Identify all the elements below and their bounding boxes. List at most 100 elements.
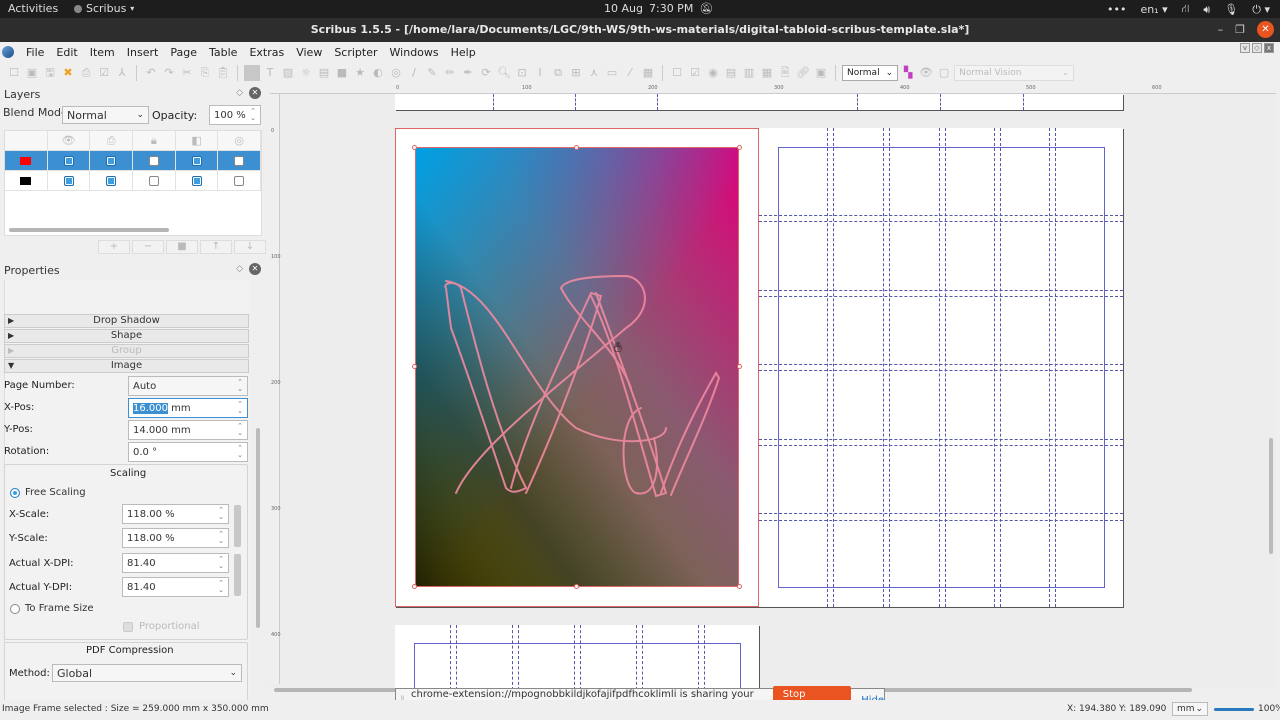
menu-item[interactable]: Item	[84, 46, 121, 59]
image-frame[interactable]	[415, 147, 739, 587]
layer-flow-checkbox[interactable]	[191, 155, 202, 166]
doc-minimize-button[interactable]: v	[1240, 43, 1250, 53]
y-pos-input[interactable]: 14.000 mm ⌃ ⌄	[128, 420, 248, 440]
menu-extras[interactable]: Extras	[243, 46, 290, 59]
layer-flow-checkbox[interactable]	[191, 175, 202, 186]
open-document-icon[interactable]: ▣	[24, 65, 40, 81]
cut-icon[interactable]: ✂	[179, 65, 195, 81]
resize-handle-bm[interactable]	[574, 584, 579, 589]
text-frame-icon[interactable]: T	[262, 65, 278, 81]
more-icon[interactable]: •••	[1107, 3, 1126, 16]
copy-icon[interactable]: ⎘	[197, 65, 213, 81]
power-icon[interactable]: ⏻ ▾	[1252, 3, 1270, 17]
resize-handle-tm[interactable]	[574, 145, 579, 150]
copy-properties-icon[interactable]: ▭	[604, 65, 620, 81]
spiral-icon[interactable]: ◎	[388, 65, 404, 81]
pdf-link-icon[interactable]: 🔗︎	[795, 65, 811, 81]
network-icon[interactable]: ⛙	[1182, 2, 1190, 17]
undo-icon[interactable]: ↶	[143, 65, 159, 81]
menu-file[interactable]: File	[20, 46, 50, 59]
new-document-icon[interactable]: ☐	[6, 65, 22, 81]
remove-layer-button[interactable]: −	[132, 240, 164, 254]
free-scaling-radio[interactable]: Free Scaling	[10, 487, 86, 498]
resize-handle-mr[interactable]	[737, 364, 742, 369]
doc-restore-button[interactable]: ◇	[1252, 43, 1262, 53]
export-pdf-icon[interactable]: ⅄	[114, 65, 130, 81]
opacity-input[interactable]: 100 % ⌃ ⌄	[209, 105, 261, 125]
measure-icon[interactable]: ⋏	[586, 65, 602, 81]
unlink-frames-icon[interactable]: ⊞	[568, 65, 584, 81]
layer-visible-checkbox[interactable]	[63, 155, 74, 166]
app-menu[interactable]: Scribus ▾	[74, 2, 134, 15]
doc-close-button[interactable]: x	[1264, 43, 1274, 53]
dpi-link-chain-button[interactable]	[234, 554, 241, 596]
menu-edit[interactable]: Edit	[50, 46, 83, 59]
preflight-icon[interactable]: ☑	[96, 65, 112, 81]
eyedropper-icon[interactable]: ⁄	[622, 65, 638, 81]
float-panel-icon[interactable]: ◇	[236, 264, 243, 274]
x-pos-input[interactable]: 16.000 mm ⌃ ⌄	[128, 398, 248, 418]
layer-row[interactable]	[5, 171, 262, 191]
edit-contents-icon[interactable]: ⊡	[514, 65, 530, 81]
layer-color-swatch[interactable]	[20, 176, 32, 185]
close-panel-icon[interactable]: ✕	[249, 263, 261, 275]
scale-link-chain-button[interactable]	[234, 505, 241, 547]
arc-icon[interactable]: ◐	[370, 65, 386, 81]
rotate-icon[interactable]: ⟳	[478, 65, 494, 81]
previous-page[interactable]	[395, 94, 1123, 110]
layer-row[interactable]	[5, 151, 262, 171]
layer-locked-checkbox[interactable]	[148, 155, 159, 166]
pdf-annotation-icon[interactable]: 🗎︎	[777, 65, 793, 81]
section-image[interactable]: ▼ Image	[4, 359, 249, 373]
method-select[interactable]: Global ⌄	[52, 664, 242, 682]
pdf-text-field-icon[interactable]: ▤	[723, 65, 739, 81]
pdf-push-button-icon[interactable]: ☐	[669, 65, 685, 81]
layer-printable-checkbox[interactable]	[106, 155, 117, 166]
shape-icon[interactable]: ■	[334, 65, 350, 81]
duplicate-layer-button[interactable]: ■	[166, 240, 198, 254]
raise-layer-button[interactable]: ↑	[200, 240, 232, 254]
menu-help[interactable]: Help	[445, 46, 482, 59]
layer-locked-checkbox[interactable]	[148, 175, 159, 186]
x-scale-input[interactable]: 118.00 % ⌃ ⌄	[122, 504, 229, 524]
restore-button[interactable]: ❐	[1235, 23, 1245, 36]
minimize-button[interactable]: –	[1218, 23, 1224, 36]
zoom-slider[interactable]	[1214, 708, 1254, 711]
canvas-vertical-scrollbar[interactable]	[1269, 438, 1273, 554]
paste-icon[interactable]: 📋︎	[215, 65, 231, 81]
microphone-icon[interactable]: 🎙︎	[1224, 3, 1238, 16]
float-panel-icon[interactable]: ◇	[236, 88, 243, 98]
add-layer-button[interactable]: +	[98, 240, 130, 254]
save-icon[interactable]: 🖫︎	[42, 65, 58, 81]
rotation-input[interactable]: 0.0 ° ⌃ ⌄	[128, 442, 248, 462]
clock[interactable]: 10 Aug 7:30 PM 🔕︎	[604, 2, 713, 15]
render-frame-icon[interactable]: ☼	[298, 65, 314, 81]
layers-horizontal-scrollbar[interactable]	[9, 228, 169, 232]
bezier-icon[interactable]: ✎	[424, 65, 440, 81]
redo-icon[interactable]: ↷	[161, 65, 177, 81]
layer-outline-checkbox[interactable]	[234, 155, 245, 166]
pdf-annotation-2-icon[interactable]: ▣	[813, 65, 829, 81]
to-frame-size-radio[interactable]: To Frame Size	[10, 603, 94, 614]
close-document-icon[interactable]: ✖	[60, 65, 76, 81]
vision-select[interactable]: Normal Vision ⌄	[954, 65, 1075, 81]
layer-printable-checkbox[interactable]	[106, 175, 117, 186]
freehand-icon[interactable]: ✏	[442, 65, 458, 81]
resize-handle-tl[interactable]	[412, 145, 417, 150]
layer-outline-checkbox[interactable]	[234, 175, 245, 186]
vertical-ruler[interactable]: 0 100 200 300 400	[270, 94, 281, 684]
pdf-radio-icon[interactable]: ◉	[705, 65, 721, 81]
pdf-combo-icon[interactable]: ▥	[741, 65, 757, 81]
line-icon[interactable]: /	[406, 65, 422, 81]
blend-mode-select[interactable]: Normal ⌄	[62, 106, 149, 124]
pdf-list-icon[interactable]: ▦	[759, 65, 775, 81]
y-dpi-input[interactable]: 81.40 ⌃ ⌄	[122, 577, 229, 597]
section-drop-shadow[interactable]: ▶ Drop Shadow	[4, 314, 249, 328]
properties-vertical-scrollbar[interactable]	[256, 428, 260, 628]
horizontal-ruler[interactable]: 0 100 200 300 400 500 600	[270, 84, 1276, 94]
preview-mode-select[interactable]: Normal ⌄	[842, 65, 899, 81]
close-panel-icon[interactable]: ✕	[249, 87, 261, 99]
resize-handle-br[interactable]	[737, 584, 742, 589]
color-management-icon[interactable]: ▚	[900, 65, 916, 81]
select-tool-icon[interactable]	[244, 65, 260, 81]
